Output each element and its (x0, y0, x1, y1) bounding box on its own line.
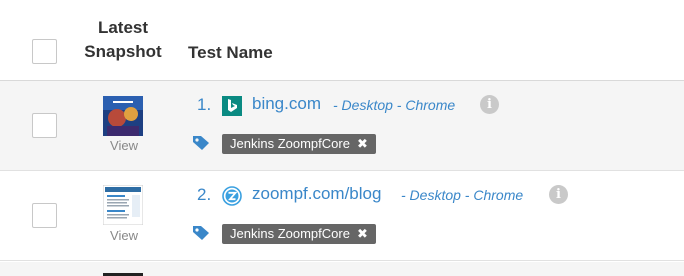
view-link[interactable]: View (106, 138, 142, 153)
info-icon[interactable]: i (549, 185, 568, 204)
tag-label: Jenkins ZoompfCore (230, 136, 350, 151)
select-all-checkbox[interactable] (32, 39, 57, 64)
view-link[interactable]: View (106, 228, 142, 243)
tag-label: Jenkins ZoompfCore (230, 226, 350, 241)
test-tag: Jenkins ZoompfCore ✖ (222, 134, 376, 154)
test-platform: - Desktop - Chrome (333, 97, 456, 113)
test-index: 2. (197, 185, 212, 204)
test-name-header[interactable]: Test Name (188, 41, 273, 65)
info-icon[interactable]: i (480, 95, 499, 114)
zoompf-icon (222, 186, 242, 206)
table-row: View 2. zoompf.com/blog - Desktop - Chro… (0, 171, 684, 261)
test-url-link[interactable]: bing.com (252, 94, 321, 114)
row-checkbox[interactable] (32, 203, 57, 228)
test-platform: - Desktop - Chrome (401, 187, 524, 203)
table-row (0, 262, 684, 276)
bing-icon (222, 96, 242, 116)
latest-snapshot-header-line2: Snapshot (84, 42, 162, 61)
latest-snapshot-header: Latest Snapshot (82, 16, 164, 64)
table-header: Latest Snapshot Test Name (0, 0, 684, 81)
snapshot-thumbnail[interactable] (103, 185, 143, 225)
latest-snapshot-header-line1: Latest (97, 18, 149, 37)
test-url-link[interactable]: zoompf.com/blog (252, 184, 381, 204)
test-tag: Jenkins ZoompfCore ✖ (222, 224, 376, 244)
tag-icon (193, 136, 209, 150)
remove-tag-icon[interactable]: ✖ (357, 226, 368, 241)
table-row: View 1. bing.com - Desktop - Chrome i Je… (0, 81, 684, 171)
test-index: 1. (197, 95, 212, 114)
row-checkbox[interactable] (32, 113, 57, 138)
remove-tag-icon[interactable]: ✖ (357, 136, 368, 151)
snapshot-thumbnail[interactable] (103, 96, 143, 136)
tag-icon (193, 226, 209, 240)
